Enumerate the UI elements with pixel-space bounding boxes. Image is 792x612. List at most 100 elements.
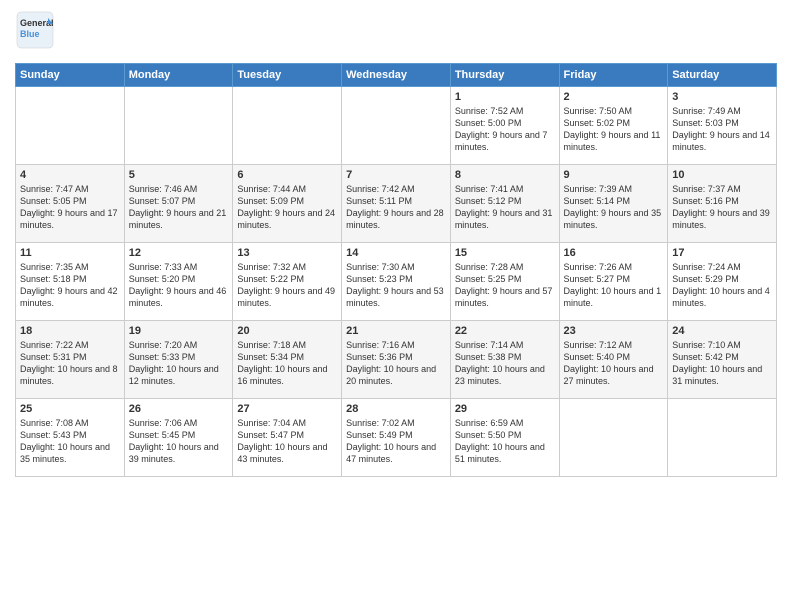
day-info: Sunrise: 7:49 AM Sunset: 5:03 PM Dayligh…: [672, 105, 772, 154]
day-info: Sunrise: 7:52 AM Sunset: 5:00 PM Dayligh…: [455, 105, 555, 154]
calendar-cell: 24Sunrise: 7:10 AM Sunset: 5:42 PM Dayli…: [668, 321, 777, 399]
calendar-week-row: 4 Sunrise: 7:47 AM Sunset: 5:05 PM Daylig…: [16, 165, 777, 243]
weekday-header-wednesday: Wednesday: [342, 64, 451, 87]
day-number: 9: [564, 169, 664, 181]
day-number: 27: [237, 403, 337, 415]
day-info: Sunrise: 6:59 AM Sunset: 5:50 PM Dayligh…: [455, 417, 555, 466]
day-info: Sunrise: 7:12 AM Sunset: 5:40 PM Dayligh…: [564, 339, 664, 388]
weekday-header-friday: Friday: [559, 64, 668, 87]
calendar-week-row: 1 Sunrise: 7:52 AM Sunset: 5:00 PM Daylig…: [16, 87, 777, 165]
day-info: Sunrise: 7:18 AM Sunset: 5:34 PM Dayligh…: [237, 339, 337, 388]
calendar-cell: 4 Sunrise: 7:47 AM Sunset: 5:05 PM Daylig…: [16, 165, 125, 243]
day-number: 4: [20, 169, 120, 181]
day-number: 5: [129, 169, 229, 181]
calendar-cell: [342, 87, 451, 165]
calendar-thead: SundayMondayTuesdayWednesdayThursdayFrid…: [16, 64, 777, 87]
day-number: 8: [455, 169, 555, 181]
day-info: Sunrise: 7:22 AM Sunset: 5:31 PM Dayligh…: [20, 339, 120, 388]
calendar-cell: 11Sunrise: 7:35 AM Sunset: 5:18 PM Dayli…: [16, 243, 125, 321]
day-info: Sunrise: 7:26 AM Sunset: 5:27 PM Dayligh…: [564, 261, 664, 310]
calendar-cell: 3 Sunrise: 7:49 AM Sunset: 5:03 PM Daylig…: [668, 87, 777, 165]
day-number: 19: [129, 325, 229, 337]
day-info: Sunrise: 7:32 AM Sunset: 5:22 PM Dayligh…: [237, 261, 337, 310]
day-info: Sunrise: 7:33 AM Sunset: 5:20 PM Dayligh…: [129, 261, 229, 310]
calendar-cell: [668, 399, 777, 477]
day-number: 15: [455, 247, 555, 259]
calendar-cell: 2 Sunrise: 7:50 AM Sunset: 5:02 PM Daylig…: [559, 87, 668, 165]
logo-icon: General Blue: [15, 10, 55, 50]
calendar-tbody: 1 Sunrise: 7:52 AM Sunset: 5:00 PM Daylig…: [16, 87, 777, 477]
day-info: Sunrise: 7:37 AM Sunset: 5:16 PM Dayligh…: [672, 183, 772, 232]
day-info: Sunrise: 7:20 AM Sunset: 5:33 PM Dayligh…: [129, 339, 229, 388]
day-number: 1: [455, 91, 555, 103]
calendar-cell: 5 Sunrise: 7:46 AM Sunset: 5:07 PM Daylig…: [124, 165, 233, 243]
day-info: Sunrise: 7:47 AM Sunset: 5:05 PM Dayligh…: [20, 183, 120, 232]
calendar-cell: 23 Sunrise: 7:12 AM Sunset: 5:40 PM Dayli…: [559, 321, 668, 399]
day-number: 6: [237, 169, 337, 181]
calendar-table: SundayMondayTuesdayWednesdayThursdayFrid…: [15, 63, 777, 477]
calendar-cell: 22Sunrise: 7:14 AM Sunset: 5:38 PM Dayli…: [450, 321, 559, 399]
calendar-cell: 8 Sunrise: 7:41 AM Sunset: 5:12 PM Daylig…: [450, 165, 559, 243]
calendar-cell: 12 Sunrise: 7:33 AM Sunset: 5:20 PM Dayli…: [124, 243, 233, 321]
calendar-cell: [124, 87, 233, 165]
day-number: 14: [346, 247, 446, 259]
day-number: 12: [129, 247, 229, 259]
day-number: 29: [455, 403, 555, 415]
day-info: Sunrise: 7:42 AM Sunset: 5:11 PM Dayligh…: [346, 183, 446, 232]
weekday-header-saturday: Saturday: [668, 64, 777, 87]
calendar-container: General Blue SundayMondayTuesdayWednesda…: [0, 0, 792, 487]
calendar-cell: 9 Sunrise: 7:39 AM Sunset: 5:14 PM Daylig…: [559, 165, 668, 243]
calendar-cell: 10Sunrise: 7:37 AM Sunset: 5:16 PM Dayli…: [668, 165, 777, 243]
day-number: 20: [237, 325, 337, 337]
day-number: 28: [346, 403, 446, 415]
day-number: 17: [672, 247, 772, 259]
calendar-cell: 26Sunrise: 7:06 AM Sunset: 5:45 PM Dayli…: [124, 399, 233, 477]
calendar-cell: 14 Sunrise: 7:30 AM Sunset: 5:23 PM Dayli…: [342, 243, 451, 321]
day-number: 23: [564, 325, 664, 337]
calendar-week-row: 25Sunrise: 7:08 AM Sunset: 5:43 PM Dayli…: [16, 399, 777, 477]
day-info: Sunrise: 7:39 AM Sunset: 5:14 PM Dayligh…: [564, 183, 664, 232]
day-number: 21: [346, 325, 446, 337]
day-number: 3: [672, 91, 772, 103]
day-info: Sunrise: 7:30 AM Sunset: 5:23 PM Dayligh…: [346, 261, 446, 310]
calendar-cell: 21Sunrise: 7:16 AM Sunset: 5:36 PM Dayli…: [342, 321, 451, 399]
day-number: 16: [564, 247, 664, 259]
day-number: 18: [20, 325, 120, 337]
weekday-header-thursday: Thursday: [450, 64, 559, 87]
calendar-cell: [233, 87, 342, 165]
day-info: Sunrise: 7:44 AM Sunset: 5:09 PM Dayligh…: [237, 183, 337, 232]
calendar-header: General Blue: [15, 10, 777, 55]
day-number: 13: [237, 247, 337, 259]
calendar-cell: 17 Sunrise: 7:24 AM Sunset: 5:29 PM Dayli…: [668, 243, 777, 321]
calendar-cell: 16 Sunrise: 7:26 AM Sunset: 5:27 PM Dayli…: [559, 243, 668, 321]
calendar-cell: 27 Sunrise: 7:04 AM Sunset: 5:47 PM Dayli…: [233, 399, 342, 477]
day-info: Sunrise: 7:04 AM Sunset: 5:47 PM Dayligh…: [237, 417, 337, 466]
day-info: Sunrise: 7:02 AM Sunset: 5:49 PM Dayligh…: [346, 417, 446, 466]
calendar-cell: [16, 87, 125, 165]
calendar-cell: 29 Sunrise: 6:59 AM Sunset: 5:50 PM Dayli…: [450, 399, 559, 477]
svg-text:Blue: Blue: [20, 29, 40, 39]
day-info: Sunrise: 7:28 AM Sunset: 5:25 PM Dayligh…: [455, 261, 555, 310]
day-info: Sunrise: 7:24 AM Sunset: 5:29 PM Dayligh…: [672, 261, 772, 310]
day-number: 26: [129, 403, 229, 415]
calendar-cell: 1 Sunrise: 7:52 AM Sunset: 5:00 PM Daylig…: [450, 87, 559, 165]
calendar-week-row: 18 Sunrise: 7:22 AM Sunset: 5:31 PM Dayli…: [16, 321, 777, 399]
day-info: Sunrise: 7:41 AM Sunset: 5:12 PM Dayligh…: [455, 183, 555, 232]
day-info: Sunrise: 7:50 AM Sunset: 5:02 PM Dayligh…: [564, 105, 664, 154]
calendar-cell: [559, 399, 668, 477]
calendar-cell: 13 Sunrise: 7:32 AM Sunset: 5:22 PM Dayli…: [233, 243, 342, 321]
day-number: 24: [672, 325, 772, 337]
calendar-week-row: 11Sunrise: 7:35 AM Sunset: 5:18 PM Dayli…: [16, 243, 777, 321]
calendar-cell: 6 Sunrise: 7:44 AM Sunset: 5:09 PM Daylig…: [233, 165, 342, 243]
weekday-header-monday: Monday: [124, 64, 233, 87]
day-info: Sunrise: 7:46 AM Sunset: 5:07 PM Dayligh…: [129, 183, 229, 232]
calendar-cell: 20 Sunrise: 7:18 AM Sunset: 5:34 PM Dayli…: [233, 321, 342, 399]
calendar-cell: 25Sunrise: 7:08 AM Sunset: 5:43 PM Dayli…: [16, 399, 125, 477]
weekday-header-row: SundayMondayTuesdayWednesdayThursdayFrid…: [16, 64, 777, 87]
day-info: Sunrise: 7:14 AM Sunset: 5:38 PM Dayligh…: [455, 339, 555, 388]
day-number: 7: [346, 169, 446, 181]
calendar-cell: 28 Sunrise: 7:02 AM Sunset: 5:49 PM Dayli…: [342, 399, 451, 477]
calendar-cell: 15 Sunrise: 7:28 AM Sunset: 5:25 PM Dayli…: [450, 243, 559, 321]
weekday-header-tuesday: Tuesday: [233, 64, 342, 87]
day-number: 2: [564, 91, 664, 103]
